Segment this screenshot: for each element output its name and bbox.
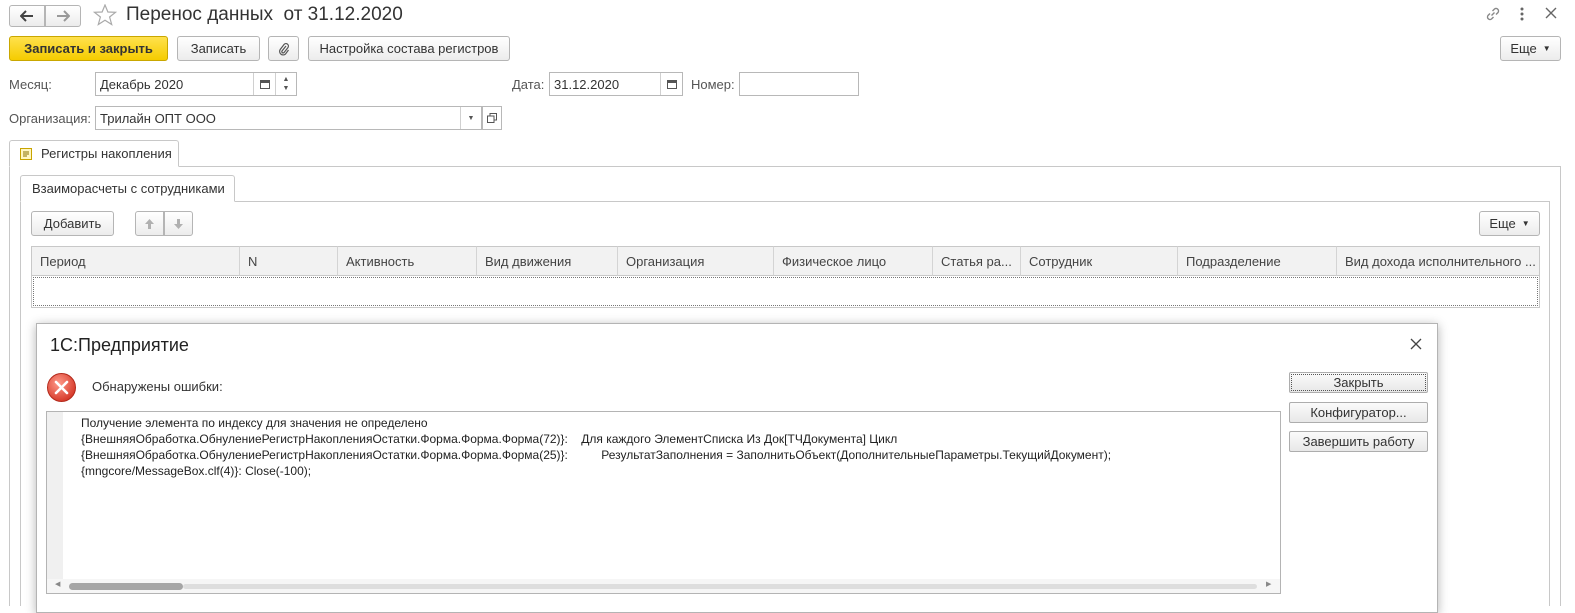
column-header-movement-type[interactable]: Вид движения <box>476 246 617 276</box>
column-header-article[interactable]: Статья ра... <box>932 246 1020 276</box>
column-header-department[interactable]: Подразделение <box>1177 246 1336 276</box>
message-line: Получение элемента по индексу для значен… <box>81 416 428 430</box>
number-label: Номер: <box>691 77 735 92</box>
date-calendar-button[interactable] <box>660 73 682 95</box>
tab-accumulation-registers[interactable]: Регистры накопления <box>9 140 179 167</box>
configurator-button[interactable]: Конфигуратор... <box>1289 402 1428 423</box>
organization-value: Трилайн ОПТ ООО <box>100 110 216 126</box>
more-button[interactable]: Еще ▼ <box>1500 36 1561 61</box>
message-line: {ВнешняяОбработка.ОбнулениеРегистрНакопл… <box>81 448 1112 462</box>
dialog-header-text: Обнаружены ошибки: <box>92 379 223 394</box>
month-label: Месяц: <box>9 77 52 92</box>
error-icon <box>47 373 76 402</box>
calendar-icon <box>666 80 677 89</box>
forward-button[interactable] <box>45 5 81 27</box>
attach-button[interactable] <box>268 36 299 61</box>
paperclip-icon <box>278 42 289 56</box>
close-icon[interactable] <box>1545 7 1557 19</box>
add-button[interactable]: Добавить <box>31 211 114 236</box>
message-gutter <box>47 412 63 580</box>
date-value: 31.12.2020 <box>554 76 620 92</box>
number-field[interactable] <box>739 72 859 96</box>
dropdown-arrow-icon: ▼ <box>1521 219 1530 228</box>
stepper-down-icon: ▼ <box>282 85 290 92</box>
organization-open-button[interactable] <box>482 106 502 130</box>
move-up-button[interactable] <box>135 211 164 236</box>
horizontal-scrollbar[interactable]: ◀ ▶ <box>47 579 1280 593</box>
month-calendar-button[interactable] <box>253 73 275 95</box>
date-label: Дата: <box>512 77 545 92</box>
tab-label: Регистры накопления <box>41 146 172 161</box>
column-header-number[interactable]: N <box>239 246 337 276</box>
tab-label: Взаиморасчеты с сотрудниками <box>32 181 225 196</box>
month-value: Декабрь 2020 <box>100 76 184 92</box>
registers-settings-button[interactable]: Настройка состава регистров <box>308 36 510 61</box>
tab-employee-settlements[interactable]: Взаиморасчеты с сотрудниками <box>20 175 235 202</box>
message-line: {mngcore/MessageBox.clf(4)}: Close(-100)… <box>81 464 312 478</box>
organization-field[interactable]: Трилайн ОПТ ООО <box>95 106 482 130</box>
organization-dropdown-button[interactable]: ▼ <box>460 107 481 129</box>
calendar-icon <box>259 80 270 89</box>
move-down-button[interactable] <box>164 211 193 236</box>
star-icon[interactable] <box>93 4 117 26</box>
link-icon[interactable] <box>1484 5 1502 23</box>
dropdown-arrow-icon: ▼ <box>1542 44 1551 53</box>
arrow-down-icon <box>174 218 183 229</box>
arrow-up-icon <box>145 218 154 229</box>
back-button[interactable] <box>9 5 45 27</box>
dialog-close-button[interactable]: Закрыть <box>1289 372 1428 393</box>
column-header-income-type[interactable]: Вид дохода исполнительного ... <box>1336 246 1540 276</box>
column-header-period[interactable]: Период <box>31 246 239 276</box>
message-line: {ВнешняяОбработка.ОбнулениеРегистрНакопл… <box>81 432 898 446</box>
arrow-right-icon <box>57 10 70 22</box>
register-icon <box>20 147 32 160</box>
column-header-individual[interactable]: Физическое лицо <box>773 246 932 276</box>
message-text: Получение элемента по индексу для значен… <box>81 415 1111 479</box>
error-message-box[interactable]: Получение элемента по индексу для значен… <box>46 411 1281 594</box>
scrollbar-thumb[interactable] <box>69 583 183 590</box>
arrow-left-icon <box>20 10 33 22</box>
open-window-icon <box>487 113 497 123</box>
page-title: Перенос данных от 31.12.2020 <box>126 4 403 25</box>
scroll-right-icon[interactable]: ▶ <box>1266 580 1271 588</box>
more-label: Еще <box>1489 216 1516 231</box>
terminate-button[interactable]: Завершить работу <box>1289 431 1428 452</box>
dialog-close-icon[interactable] <box>1410 338 1422 350</box>
column-header-employee[interactable]: Сотрудник <box>1020 246 1177 276</box>
more-vertical-icon[interactable] <box>1518 6 1526 22</box>
table-row[interactable] <box>33 277 1538 306</box>
more-label: Еще <box>1510 41 1537 56</box>
stepper-up-icon: ▲ <box>282 76 290 83</box>
dropdown-arrow-icon: ▼ <box>467 114 475 122</box>
scroll-left-icon[interactable]: ◀ <box>55 580 60 588</box>
organization-label: Организация: <box>9 111 92 126</box>
column-header-organization[interactable]: Организация <box>617 246 773 276</box>
dialog-title: 1С:Предприятие <box>50 335 189 355</box>
save-and-close-button[interactable]: Записать и закрыть <box>9 36 168 61</box>
month-stepper[interactable]: ▲ ▼ <box>275 73 296 95</box>
column-header-activity[interactable]: Активность <box>337 246 476 276</box>
save-button[interactable]: Записать <box>177 36 260 61</box>
table-more-button[interactable]: Еще ▼ <box>1479 211 1540 236</box>
scrollbar-track <box>183 584 1257 589</box>
